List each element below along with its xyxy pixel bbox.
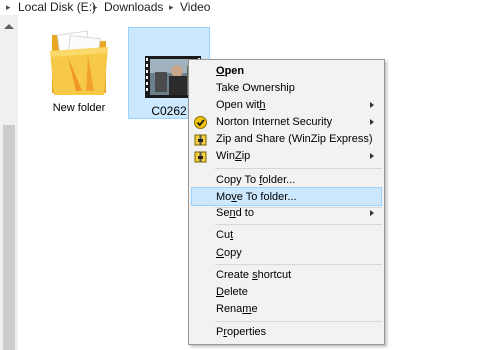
breadcrumb-downloads[interactable]: Downloads bbox=[104, 1, 163, 14]
chevron-right-icon[interactable]: ▸ bbox=[169, 2, 177, 12]
norton-icon bbox=[194, 116, 207, 129]
menu-item-send-to[interactable]: Send to bbox=[191, 204, 382, 223]
menu-item-copy[interactable]: Copy bbox=[191, 244, 382, 263]
chevron-right-icon[interactable]: ▸ bbox=[93, 2, 101, 12]
folder-icon bbox=[50, 30, 108, 95]
menu-separator bbox=[215, 168, 382, 169]
context-menu[interactable]: Open Take Ownership Open with Norton Int… bbox=[188, 59, 385, 345]
address-bar[interactable]: ▸ Local Disk (E:) ▸ Downloads ▸ Video bbox=[0, 0, 500, 15]
menu-item-winzip[interactable]: WinZip bbox=[191, 147, 382, 166]
winzip-express-icon bbox=[194, 134, 207, 146]
menu-item-rename[interactable]: Rename bbox=[191, 300, 382, 319]
scroll-up-arrow-icon[interactable] bbox=[4, 24, 14, 29]
menu-separator bbox=[215, 321, 382, 322]
winzip-icon bbox=[194, 151, 207, 163]
breadcrumb-local-disk[interactable]: Local Disk (E:) bbox=[18, 1, 96, 14]
chevron-right-icon[interactable]: ▸ bbox=[6, 2, 14, 12]
folder-item[interactable]: New folder bbox=[40, 27, 118, 119]
submenu-arrow-icon bbox=[370, 119, 374, 125]
menu-item-properties[interactable]: Properties bbox=[191, 323, 382, 342]
menu-item-cut[interactable]: Cut bbox=[191, 226, 382, 245]
submenu-arrow-icon bbox=[370, 102, 374, 108]
submenu-arrow-icon bbox=[370, 210, 374, 216]
folder-name: New folder bbox=[52, 102, 106, 114]
breadcrumb-video[interactable]: Video bbox=[180, 1, 210, 14]
vertical-scrollbar[interactable] bbox=[0, 15, 18, 350]
menu-separator bbox=[215, 224, 382, 225]
menu-separator bbox=[215, 264, 382, 265]
scrollbar-thumb[interactable] bbox=[3, 125, 15, 350]
submenu-arrow-icon bbox=[370, 153, 374, 159]
